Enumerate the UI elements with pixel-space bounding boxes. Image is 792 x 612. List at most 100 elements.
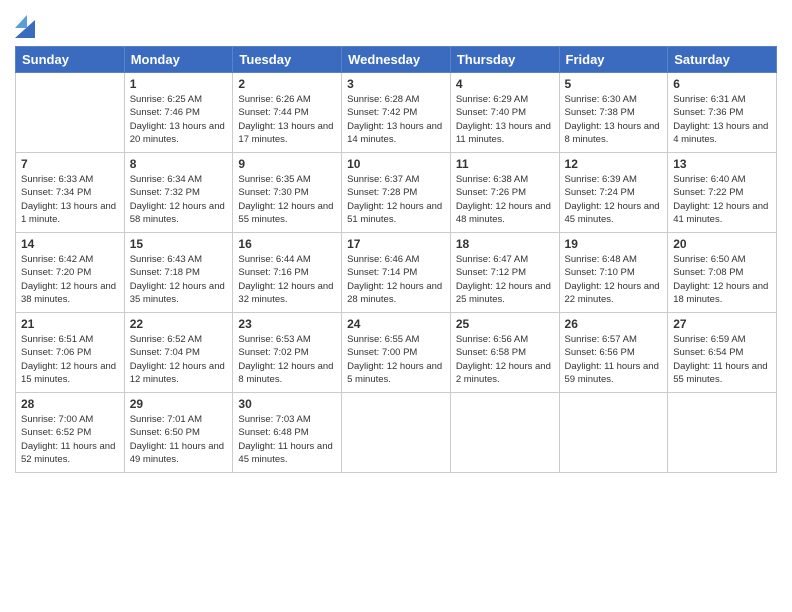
day-cell: 1Sunrise: 6:25 AMSunset: 7:46 PMDaylight… <box>124 73 233 153</box>
day-cell: 9 Sunrise: 6:35 AMSunset: 7:30 PMDaylight… <box>233 153 342 233</box>
day-number: 24 <box>347 317 445 331</box>
day-cell: 24 Sunrise: 6:55 AMSunset: 7:00 PMDayligh… <box>342 313 451 393</box>
week-row-1: 1Sunrise: 6:25 AMSunset: 7:46 PMDaylight… <box>16 73 777 153</box>
day-info: Sunrise: 6:55 AMSunset: 7:00 PMDaylight:… <box>347 333 445 386</box>
weekday-header-row: SundayMondayTuesdayWednesdayThursdayFrid… <box>16 47 777 73</box>
day-cell: 19Sunrise: 6:48 AMSunset: 7:10 PMDayligh… <box>559 233 668 313</box>
day-info: Sunrise: 7:00 AMSunset: 6:52 PMDaylight:… <box>21 413 119 466</box>
day-cell: 11Sunrise: 6:38 AMSunset: 7:26 PMDayligh… <box>450 153 559 233</box>
weekday-header-thursday: Thursday <box>450 47 559 73</box>
day-cell: 14 Sunrise: 6:42 AMSunset: 7:20 PMDayligh… <box>16 233 125 313</box>
day-cell: 16 Sunrise: 6:44 AMSunset: 7:16 PMDayligh… <box>233 233 342 313</box>
day-cell: 17 Sunrise: 6:46 AMSunset: 7:14 PMDayligh… <box>342 233 451 313</box>
day-cell: 27 Sunrise: 6:59 AMSunset: 6:54 PMDayligh… <box>668 313 777 393</box>
day-number: 2 <box>238 77 336 91</box>
day-cell: 20 Sunrise: 6:50 AMSunset: 7:08 PMDayligh… <box>668 233 777 313</box>
day-number: 15 <box>130 237 228 251</box>
day-info: Sunrise: 6:59 AMSunset: 6:54 PMDaylight:… <box>673 333 771 386</box>
day-info: Sunrise: 6:39 AMSunset: 7:24 PMDaylight:… <box>565 173 663 226</box>
day-info: Sunrise: 6:46 AMSunset: 7:14 PMDaylight:… <box>347 253 445 306</box>
day-info: Sunrise: 6:43 AMSunset: 7:18 PMDaylight:… <box>130 253 228 306</box>
weekday-header-sunday: Sunday <box>16 47 125 73</box>
weekday-header-wednesday: Wednesday <box>342 47 451 73</box>
day-info: Sunrise: 6:29 AMSunset: 7:40 PMDaylight:… <box>456 93 554 146</box>
day-info: Sunrise: 6:44 AMSunset: 7:16 PMDaylight:… <box>238 253 336 306</box>
weekday-header-friday: Friday <box>559 47 668 73</box>
day-info: Sunrise: 6:53 AMSunset: 7:02 PMDaylight:… <box>238 333 336 386</box>
day-number: 22 <box>130 317 228 331</box>
day-number: 6 <box>673 77 771 91</box>
logo <box>15 10 39 38</box>
weekday-header-tuesday: Tuesday <box>233 47 342 73</box>
day-info: Sunrise: 6:35 AMSunset: 7:30 PMDaylight:… <box>238 173 336 226</box>
day-info: Sunrise: 6:47 AMSunset: 7:12 PMDaylight:… <box>456 253 554 306</box>
day-cell: 22 Sunrise: 6:52 AMSunset: 7:04 PMDayligh… <box>124 313 233 393</box>
day-number: 4 <box>456 77 554 91</box>
day-number: 28 <box>21 397 119 411</box>
day-number: 5 <box>565 77 663 91</box>
day-number: 30 <box>238 397 336 411</box>
day-number: 17 <box>347 237 445 251</box>
day-number: 21 <box>21 317 119 331</box>
day-info: Sunrise: 6:42 AMSunset: 7:20 PMDaylight:… <box>21 253 119 306</box>
day-info: Sunrise: 6:57 AMSunset: 6:56 PMDaylight:… <box>565 333 663 386</box>
day-info: Sunrise: 6:34 AMSunset: 7:32 PMDaylight:… <box>130 173 228 226</box>
day-number: 27 <box>673 317 771 331</box>
week-row-5: 28 Sunrise: 7:00 AMSunset: 6:52 PMDayligh… <box>16 393 777 473</box>
day-number: 14 <box>21 237 119 251</box>
day-cell: 6 Sunrise: 6:31 AMSunset: 7:36 PMDaylight… <box>668 73 777 153</box>
day-number: 13 <box>673 157 771 171</box>
day-cell: 5Sunrise: 6:30 AMSunset: 7:38 PMDaylight… <box>559 73 668 153</box>
day-info: Sunrise: 6:28 AMSunset: 7:42 PMDaylight:… <box>347 93 445 146</box>
day-number: 8 <box>130 157 228 171</box>
day-cell: 10Sunrise: 6:37 AMSunset: 7:28 PMDayligh… <box>342 153 451 233</box>
day-cell: 18 Sunrise: 6:47 AMSunset: 7:12 PMDayligh… <box>450 233 559 313</box>
day-number: 18 <box>456 237 554 251</box>
day-info: Sunrise: 6:52 AMSunset: 7:04 PMDaylight:… <box>130 333 228 386</box>
logo-icon <box>15 10 35 38</box>
day-info: Sunrise: 6:56 AMSunset: 6:58 PMDaylight:… <box>456 333 554 386</box>
day-number: 23 <box>238 317 336 331</box>
day-number: 11 <box>456 157 554 171</box>
day-number: 9 <box>238 157 336 171</box>
day-cell: 3Sunrise: 6:28 AMSunset: 7:42 PMDaylight… <box>342 73 451 153</box>
day-number: 20 <box>673 237 771 251</box>
day-cell: 7 Sunrise: 6:33 AMSunset: 7:34 PMDaylight… <box>16 153 125 233</box>
day-info: Sunrise: 6:31 AMSunset: 7:36 PMDaylight:… <box>673 93 771 146</box>
day-info: Sunrise: 6:40 AMSunset: 7:22 PMDaylight:… <box>673 173 771 226</box>
day-info: Sunrise: 7:01 AMSunset: 6:50 PMDaylight:… <box>130 413 228 466</box>
weekday-header-monday: Monday <box>124 47 233 73</box>
day-info: Sunrise: 6:51 AMSunset: 7:06 PMDaylight:… <box>21 333 119 386</box>
day-cell: 12 Sunrise: 6:39 AMSunset: 7:24 PMDayligh… <box>559 153 668 233</box>
day-number: 7 <box>21 157 119 171</box>
day-number: 25 <box>456 317 554 331</box>
day-cell: 28 Sunrise: 7:00 AMSunset: 6:52 PMDayligh… <box>16 393 125 473</box>
page: SundayMondayTuesdayWednesdayThursdayFrid… <box>0 0 792 612</box>
day-info: Sunrise: 6:26 AMSunset: 7:44 PMDaylight:… <box>238 93 336 146</box>
day-info: Sunrise: 6:25 AMSunset: 7:46 PMDaylight:… <box>130 93 228 146</box>
day-cell: 8 Sunrise: 6:34 AMSunset: 7:32 PMDaylight… <box>124 153 233 233</box>
day-cell: 13 Sunrise: 6:40 AMSunset: 7:22 PMDayligh… <box>668 153 777 233</box>
day-cell: 15 Sunrise: 6:43 AMSunset: 7:18 PMDayligh… <box>124 233 233 313</box>
day-number: 12 <box>565 157 663 171</box>
day-info: Sunrise: 7:03 AMSunset: 6:48 PMDaylight:… <box>238 413 336 466</box>
day-info: Sunrise: 6:50 AMSunset: 7:08 PMDaylight:… <box>673 253 771 306</box>
week-row-3: 14 Sunrise: 6:42 AMSunset: 7:20 PMDayligh… <box>16 233 777 313</box>
day-cell: 2 Sunrise: 6:26 AMSunset: 7:44 PMDaylight… <box>233 73 342 153</box>
day-number: 10 <box>347 157 445 171</box>
day-cell: 29 Sunrise: 7:01 AMSunset: 6:50 PMDayligh… <box>124 393 233 473</box>
week-row-4: 21 Sunrise: 6:51 AMSunset: 7:06 PMDayligh… <box>16 313 777 393</box>
day-cell <box>450 393 559 473</box>
day-cell: 21 Sunrise: 6:51 AMSunset: 7:06 PMDayligh… <box>16 313 125 393</box>
day-cell <box>559 393 668 473</box>
calendar: SundayMondayTuesdayWednesdayThursdayFrid… <box>15 46 777 473</box>
day-number: 29 <box>130 397 228 411</box>
day-info: Sunrise: 6:48 AMSunset: 7:10 PMDaylight:… <box>565 253 663 306</box>
day-cell: 26Sunrise: 6:57 AMSunset: 6:56 PMDayligh… <box>559 313 668 393</box>
day-info: Sunrise: 6:33 AMSunset: 7:34 PMDaylight:… <box>21 173 119 226</box>
day-cell: 23 Sunrise: 6:53 AMSunset: 7:02 PMDayligh… <box>233 313 342 393</box>
day-cell <box>342 393 451 473</box>
day-cell <box>668 393 777 473</box>
day-number: 16 <box>238 237 336 251</box>
day-cell: 25 Sunrise: 6:56 AMSunset: 6:58 PMDayligh… <box>450 313 559 393</box>
